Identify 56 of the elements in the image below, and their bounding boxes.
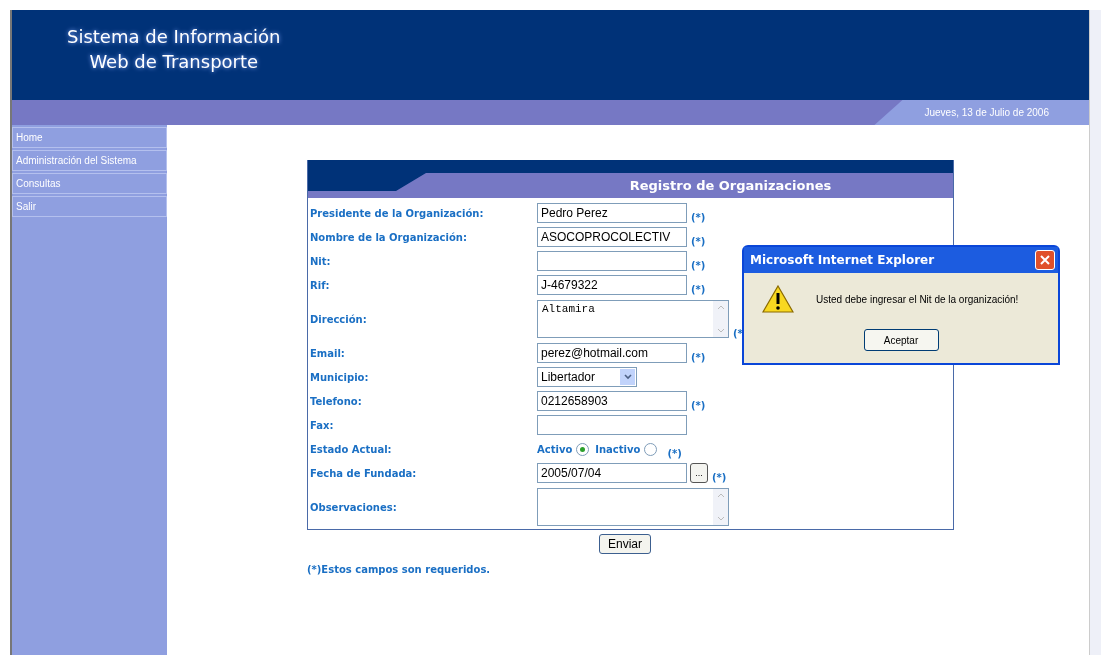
required-mark: (*)	[691, 352, 706, 363]
chevron-down-icon	[716, 516, 725, 521]
text-field[interactable]: ASOCOPROCOLECTIV	[537, 227, 687, 247]
field-label: Dirección:	[310, 313, 368, 325]
required-mark: (*)	[712, 472, 727, 483]
required-mark: (*)	[691, 260, 706, 271]
radio-label: Inactivo	[595, 443, 641, 455]
dialog-message: Usted debe ingresar el Nit de la organización!	[816, 293, 1019, 305]
field-label: Rif:	[310, 279, 331, 291]
close-icon	[1040, 255, 1050, 265]
text-field[interactable]: J-4679322	[537, 275, 687, 295]
chevron-up-icon	[716, 493, 725, 498]
field-label: Presidente de la Organización:	[310, 207, 485, 219]
text-field[interactable]	[537, 251, 687, 271]
text-field[interactable]: perez@hotmail.com	[537, 343, 687, 363]
ok-button[interactable]: Aceptar	[863, 329, 939, 351]
scrollbar[interactable]	[713, 489, 728, 525]
text-field[interactable]	[537, 415, 687, 435]
dropdown[interactable]: Libertador	[537, 367, 637, 387]
calendar-button[interactable]: ...	[690, 463, 708, 483]
chevron-down-icon	[623, 374, 632, 380]
form-title: Registro de Organizaciones	[308, 173, 953, 198]
field-label: Fax:	[310, 419, 335, 431]
chevron-down-icon	[716, 328, 725, 333]
text-field[interactable]: 0212658903	[537, 391, 687, 411]
field-label: Estado Actual:	[310, 443, 393, 455]
scrollbar[interactable]	[1089, 10, 1101, 655]
close-button[interactable]	[1035, 250, 1055, 270]
required-mark: (*)	[691, 284, 706, 295]
text-field[interactable]: Pedro Perez	[537, 203, 687, 223]
date-field[interactable]: 2005/07/04	[537, 463, 687, 483]
scrollbar[interactable]	[713, 301, 728, 337]
field-label: Observaciones:	[310, 501, 398, 513]
site-title: Sistema de Información Web de Transporte	[67, 25, 281, 74]
field-label: Telefono:	[310, 395, 363, 407]
field-label: Nit:	[310, 255, 332, 267]
radio-label: Activo	[537, 443, 573, 455]
radio-button[interactable]	[644, 442, 658, 456]
field-label: Email:	[310, 347, 346, 359]
chevron-up-icon	[716, 305, 725, 310]
warning-icon	[762, 285, 794, 313]
radio-button[interactable]	[576, 442, 590, 456]
dialog-title: Microsoft Internet Explorer	[750, 253, 935, 267]
required-mark: (*	[733, 328, 743, 339]
required-mark: (*)	[667, 448, 682, 459]
text-area[interactable]: Altamira	[537, 300, 729, 338]
field-label: Fecha de Fundada:	[310, 467, 418, 479]
field-label: Municipio:	[310, 371, 370, 383]
required-mark: (*)	[691, 400, 706, 411]
required-note: (*)Estos campos son requeridos.	[307, 564, 491, 575]
submit-button[interactable]: Enviar	[599, 534, 651, 554]
field-label: Nombre de la Organización:	[310, 231, 468, 243]
date-label: Jueves, 13 de Julio de 2006	[874, 100, 1089, 125]
required-mark: (*)	[691, 212, 706, 223]
text-area[interactable]	[537, 488, 729, 526]
required-mark: (*)	[691, 236, 706, 247]
